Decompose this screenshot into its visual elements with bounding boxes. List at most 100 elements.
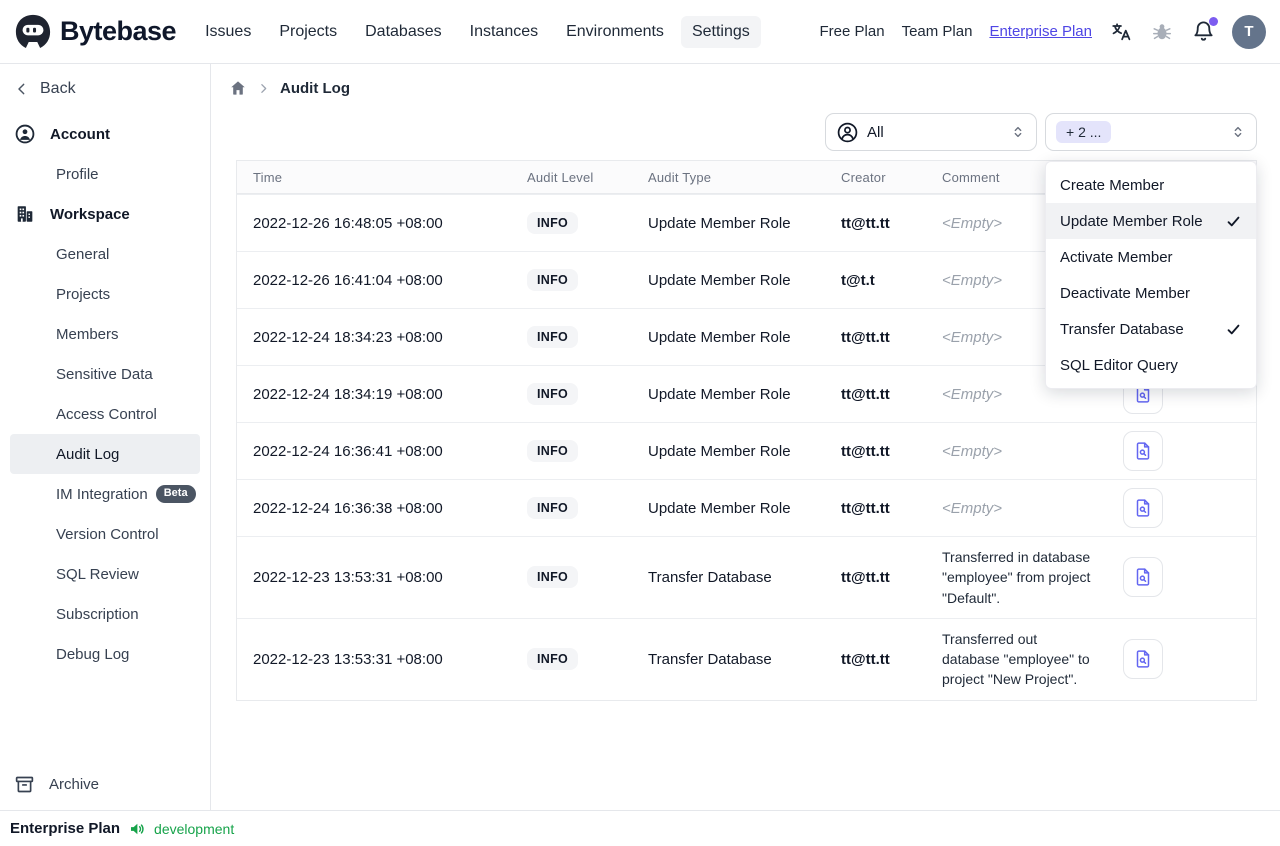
sidebar-item-subscription[interactable]: Subscription [10,594,200,634]
cell-actions [1107,423,1256,479]
menu-item-update-member-role[interactable]: Update Member Role [1046,203,1256,239]
sidebar-item-label: Subscription [56,605,139,623]
translate-icon[interactable] [1109,20,1133,44]
sidebar-section-label: Account [50,125,110,143]
sidebar-item-label: Profile [56,165,99,183]
cell-actions [1107,631,1256,687]
view-payload-button[interactable] [1123,557,1163,598]
menu-item-activate-member[interactable]: Activate Member [1046,239,1256,275]
check-icon [1225,321,1242,338]
free-plan-link[interactable]: Free Plan [820,23,885,40]
breadcrumb: Audit Log [229,76,350,100]
bytebase-logo-icon [14,13,52,51]
nav-projects[interactable]: Projects [268,16,348,48]
sidebar-item-label: General [56,245,110,263]
audit-level-badge: INFO [527,497,579,519]
audit-level-badge: INFO [527,269,579,291]
creator-filter-value: All [867,123,884,141]
sidebar-section-label: Workspace [50,205,130,223]
menu-item-label: Transfer Database [1060,320,1184,338]
sidebar-item-members[interactable]: Members [10,314,200,354]
audit-log-content: Audit Log All + 2 ... Time Audit Level A… [211,64,1280,810]
person-circle-icon [836,121,859,144]
cell-comment: <Empty> [942,499,1003,517]
sidebar-item-im-integration[interactable]: IM Integration Beta [10,474,200,514]
menu-item-label: SQL Editor Query [1060,356,1178,374]
cell-creator: tt@tt.tt [841,499,890,517]
view-payload-button[interactable] [1123,431,1163,471]
sidebar-item-label: Access Control [56,405,157,423]
enterprise-plan-link[interactable]: Enterprise Plan [989,23,1092,40]
sidebar-item-label: Debug Log [56,645,130,663]
brand-wordmark: Bytebase [60,16,177,46]
footer-plan-label: Enterprise Plan [10,820,121,837]
page-title: Audit Log [280,79,350,97]
view-payload-button[interactable] [1123,639,1163,680]
cell-level: INFO [511,212,632,234]
audit-type-filter-select[interactable]: + 2 ... [1045,113,1257,151]
menu-item-transfer-database[interactable]: Transfer Database [1046,311,1256,347]
building-icon [14,203,36,225]
sidebar-item-label: Audit Log [56,445,120,463]
menu-item-deactivate-member[interactable]: Deactivate Member [1046,275,1256,311]
cell-level: INFO [511,497,632,519]
bottom-status-bar: Enterprise Plan development [0,810,1280,846]
sidebar-item-audit-log[interactable]: Audit Log [10,434,200,474]
cell-type: Update Member Role [648,385,791,403]
menu-item-sql-editor-query[interactable]: SQL Editor Query [1046,347,1256,383]
audit-level-badge: INFO [527,212,579,234]
sidebar-item-label: Sensitive Data [56,365,153,383]
sidebar-item-sql-review[interactable]: SQL Review [10,554,200,594]
view-payload-button[interactable] [1123,488,1163,528]
home-icon[interactable] [229,79,247,97]
audit-level-badge: INFO [527,566,579,589]
cell-level: INFO [511,269,632,291]
primary-nav: Issues Projects Databases Instances Envi… [194,15,761,48]
audit-level-badge: INFO [527,440,579,462]
cell-creator: t@t.t [841,271,875,289]
sidebar-item-projects[interactable]: Projects [10,274,200,314]
user-avatar[interactable]: T [1232,14,1266,49]
sidebar-item-label: Version Control [56,525,159,543]
sidebar-item-profile[interactable]: Profile [10,154,200,194]
cell-creator: tt@tt.tt [841,568,890,586]
notification-bell-icon[interactable] [1191,16,1218,44]
nav-settings[interactable]: Settings [680,15,761,48]
bug-icon[interactable] [1150,20,1174,44]
back-label: Back [40,80,76,97]
menu-item-label: Create Member [1060,176,1165,194]
cell-creator: tt@tt.tt [841,650,890,668]
sidebar-item-debug-log[interactable]: Debug Log [10,634,200,674]
nav-environments[interactable]: Environments [555,16,675,48]
cell-creator: tt@tt.tt [841,214,890,232]
sidebar-section-workspace: Workspace [10,194,200,234]
audit-level-badge: INFO [527,383,579,405]
nav-instances[interactable]: Instances [459,16,549,48]
back-button[interactable]: Back [10,70,200,108]
archive-button[interactable]: Archive [10,762,200,806]
table-row: 2022-12-24 16:36:38 +08:00 INFO Update M… [237,479,1256,536]
cell-type: Transfer Database [648,568,772,586]
speaker-icon [128,820,146,838]
nav-databases[interactable]: Databases [354,16,453,48]
sidebar-item-version-control[interactable]: Version Control [10,514,200,554]
navbar-right: Free Plan Team Plan Enterprise Plan T [820,14,1266,49]
menu-item-create-member[interactable]: Create Member [1046,167,1256,203]
sidebar-item-label: IM Integration [56,485,148,503]
cell-level: INFO [511,440,632,462]
file-search-icon [1136,568,1150,587]
sidebar-item-general[interactable]: General [10,234,200,274]
creator-filter-select[interactable]: All [825,113,1037,151]
chevron-updown-icon [1010,124,1026,140]
cell-comment: Transferred in database "employee" from … [942,549,1091,606]
nav-issues[interactable]: Issues [194,16,262,48]
bytebase-logo[interactable]: Bytebase [14,13,177,51]
team-plan-link[interactable]: Team Plan [902,23,973,40]
cell-time: 2022-12-23 13:53:31 +08:00 [253,568,443,586]
cell-creator: tt@tt.tt [841,328,890,346]
cell-type: Update Member Role [648,328,791,346]
cell-level: INFO [511,648,632,671]
sidebar-item-sensitive-data[interactable]: Sensitive Data [10,354,200,394]
file-search-icon [1136,442,1150,460]
sidebar-item-access-control[interactable]: Access Control [10,394,200,434]
